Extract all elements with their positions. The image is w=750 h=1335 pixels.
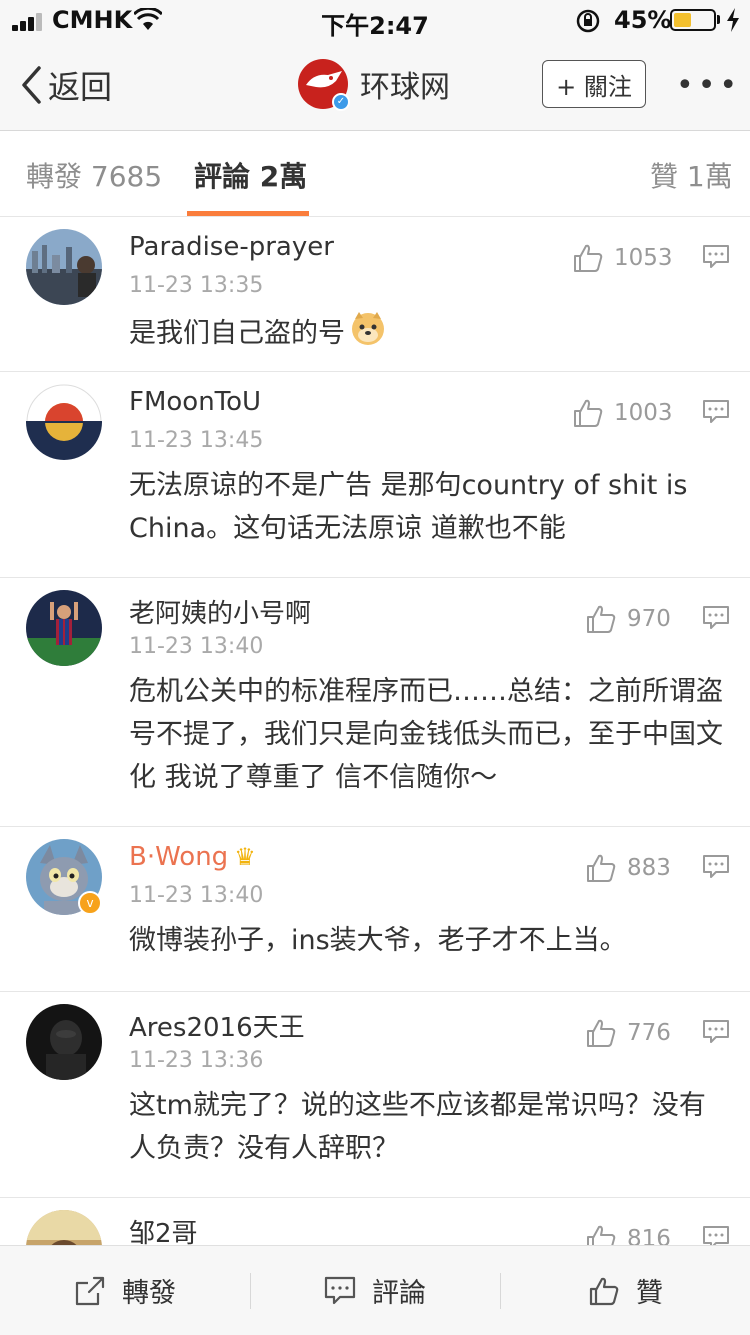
comment-time: 11-23 13:40 (129, 883, 264, 908)
like-action-button[interactable]: 贊 (588, 1246, 663, 1335)
tab-likes[interactable]: 贊 1萬 (650, 155, 733, 195)
like-label: 贊 (636, 1278, 663, 1309)
comment-text: 这tm就完了？说的这些不应该都是常识吗？没有人负责？没有人辞职？ (129, 1090, 706, 1164)
comment-text: 是我们自己盗的号 (129, 309, 729, 360)
reply-icon[interactable] (702, 1225, 730, 1245)
account-logo: ✓ (298, 59, 350, 111)
repost-button[interactable]: 轉發 (74, 1246, 176, 1335)
comment-author[interactable]: B·Wong ♛ (129, 842, 256, 872)
comment-item: 邹2哥 816 (0, 1198, 750, 1245)
comment-author[interactable]: 老阿姨的小号啊 (129, 593, 311, 630)
comment-author[interactable]: 邹2哥 (129, 1213, 198, 1245)
like-count: 970 (627, 606, 671, 632)
reply-icon[interactable] (702, 605, 730, 635)
bottom-action-bar: 轉發 評論 贊 (0, 1245, 750, 1335)
thumbs-up-icon (587, 1019, 616, 1047)
battery-fill (674, 13, 691, 27)
avatar[interactable] (26, 229, 102, 305)
reply-icon[interactable] (702, 244, 730, 274)
charging-bolt-icon (725, 7, 741, 39)
battery-percent: 45% (614, 6, 672, 34)
comment-time: 11-23 13:45 (129, 428, 264, 453)
comment-time: 11-23 13:36 (129, 1048, 264, 1073)
like-button[interactable]: 1003 (572, 396, 673, 430)
account-header[interactable]: ✓ 环球网 (298, 59, 450, 111)
comment-time: 11-23 13:35 (129, 273, 264, 298)
battery-tip (717, 15, 720, 24)
like-button[interactable]: 776 (585, 1016, 671, 1050)
like-count: 1003 (614, 400, 673, 426)
avatar[interactable] (26, 590, 102, 666)
active-tab-indicator (187, 211, 309, 216)
avatar[interactable] (26, 1004, 102, 1080)
back-label: 返回 (48, 68, 113, 106)
thumbs-up-icon (589, 1277, 619, 1305)
comment-time: 11-23 13:40 (129, 634, 264, 659)
like-count: 776 (627, 1020, 671, 1046)
status-bar: CMHK 下午2:47 45% (0, 0, 750, 42)
divider (250, 1273, 251, 1309)
avatar[interactable] (26, 1210, 102, 1245)
thumbs-up-icon (574, 399, 603, 427)
vip-crown-icon: ♛ (234, 843, 256, 871)
avatar[interactable] (26, 384, 102, 460)
comment-icon (324, 1276, 356, 1304)
repost-icon (75, 1276, 105, 1305)
tab-bar: 轉發 7685 評論 2萬 贊 1萬 (0, 131, 750, 217)
comment-item: Paradise-prayer 11-23 13:35 1053 是我们自己盗的… (0, 217, 750, 372)
comment-author[interactable]: FMoonToU (129, 387, 261, 417)
nav-bar: 返回 ✓ 环球网 + 關注 ••• (0, 42, 750, 131)
battery-icon (670, 9, 716, 31)
thumbs-up-icon (587, 605, 616, 633)
comment-button[interactable]: 評論 (324, 1246, 426, 1335)
like-count: 883 (627, 855, 671, 881)
like-count: 1053 (614, 245, 673, 271)
verified-icon: ✓ (332, 93, 350, 111)
like-button[interactable]: 883 (585, 851, 671, 885)
chevron-left-icon (22, 66, 41, 104)
comment-item: Ares2016天王 11-23 13:36 776 这tm就完了？说的这些不应… (0, 992, 750, 1198)
thumbs-up-icon (574, 244, 603, 272)
comment-item: FMoonToU 11-23 13:45 1003 无法原谅的不是广告 是那句c… (0, 372, 750, 578)
tab-repost[interactable]: 轉發 7685 (26, 155, 162, 195)
rotation-lock-icon (575, 8, 601, 40)
comment-label: 評論 (372, 1278, 426, 1309)
doge-emoji-icon (349, 309, 387, 360)
more-icon[interactable]: ••• (676, 68, 741, 103)
like-button[interactable]: 970 (585, 602, 671, 636)
reply-icon[interactable] (702, 854, 730, 884)
comment-list: Paradise-prayer 11-23 13:35 1053 是我们自己盗的… (0, 217, 750, 1245)
like-button[interactable]: 1053 (572, 241, 673, 275)
comment-text: 危机公关中的标准程序而已……总结：之前所谓盗号不提了，我们只是向金钱低头而已，至… (129, 676, 723, 793)
comment-text: 无法原谅的不是广告 是那句country of shit is China。这句… (129, 470, 688, 544)
comment-author[interactable]: Ares2016天王 (129, 1007, 305, 1044)
like-count: 816 (627, 1226, 671, 1245)
divider (500, 1273, 501, 1309)
verified-gold-icon: v (78, 891, 102, 915)
tab-comments[interactable]: 評論 2萬 (194, 155, 307, 195)
comment-author[interactable]: Paradise-prayer (129, 232, 334, 262)
back-button[interactable]: 返回 (20, 60, 112, 110)
repost-label: 轉發 (122, 1278, 176, 1309)
thumbs-up-icon (587, 1225, 616, 1245)
follow-button[interactable]: + 關注 (542, 60, 646, 108)
account-name: 环球网 (360, 70, 450, 105)
comment-text: 微博装孙子，ins装大爷，老子才不上当。 (129, 925, 627, 956)
reply-icon[interactable] (702, 1019, 730, 1049)
comment-item: v B·Wong ♛ 11-23 13:40 883 微博装孙子，ins装大爷，老… (0, 827, 750, 992)
reply-icon[interactable] (702, 399, 730, 429)
like-button[interactable]: 816 (585, 1222, 671, 1245)
comment-item: 老阿姨的小号啊 11-23 13:40 970 危机公关中的标准程序而已……总结… (0, 578, 750, 827)
thumbs-up-icon (587, 854, 616, 882)
